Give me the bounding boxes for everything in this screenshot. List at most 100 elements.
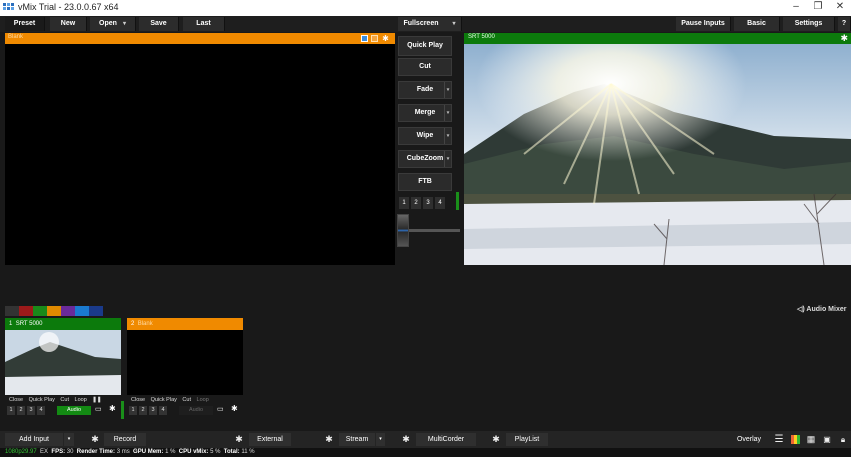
basic-button[interactable]: Basic: [734, 17, 780, 31]
cut-input-button[interactable]: Cut: [60, 397, 69, 403]
chevron-down-icon[interactable]: ▾: [376, 433, 385, 446]
ex-label: EX: [40, 449, 49, 455]
gear-icon[interactable]: ✱: [231, 404, 238, 413]
overlay-2-button[interactable]: 2: [139, 406, 147, 415]
cut-button[interactable]: Cut: [398, 58, 452, 76]
color-swatch[interactable]: [61, 306, 75, 316]
cubezoom-button[interactable]: CubeZoom ▾: [398, 150, 452, 168]
lock-icon[interactable]: 🔒︎: [837, 433, 849, 446]
color-swatch[interactable]: [5, 306, 19, 316]
loop-input-button[interactable]: Loop: [197, 397, 209, 403]
fullscreen-button[interactable]: Fullscreen ▾: [398, 17, 462, 31]
overlay-1-button[interactable]: 1: [7, 406, 15, 415]
screen-icon[interactable]: ▣: [821, 433, 833, 446]
input-2[interactable]: 2 Blank Close Quick Play Cut Loop 1 2 3 …: [127, 318, 243, 416]
window-title: vMix Trial - 23.0.0.67 x64: [18, 2, 119, 12]
last-button[interactable]: Last: [183, 17, 225, 31]
preset-button[interactable]: Preset: [5, 17, 45, 31]
input-thumbnail[interactable]: [127, 330, 243, 395]
overlay-4-button[interactable]: 4: [159, 406, 167, 415]
playlist-button[interactable]: PlayList: [506, 433, 548, 446]
settings-button[interactable]: Settings: [783, 17, 835, 31]
monitor-icon[interactable]: ▭: [95, 405, 102, 413]
input-name: Blank: [137, 321, 153, 327]
overlay-3-button[interactable]: 3: [27, 406, 35, 415]
record-button[interactable]: Record: [104, 433, 146, 446]
overlay-4-button[interactable]: 4: [37, 406, 45, 415]
transition-2-button[interactable]: 2: [411, 197, 421, 209]
help-button[interactable]: ?: [838, 17, 851, 31]
close-input-button[interactable]: Close: [131, 397, 145, 403]
external-button[interactable]: External: [249, 433, 291, 446]
fps-value: 30: [66, 449, 74, 455]
chevron-down-icon[interactable]: ▾: [444, 105, 451, 121]
color-swatch[interactable]: [89, 306, 103, 316]
chevron-down-icon[interactable]: ▾: [64, 433, 74, 446]
gpu-mem-label: GPU Mem:: [133, 449, 164, 455]
overlay-1-button[interactable]: 1: [129, 406, 137, 415]
output-window[interactable]: [464, 44, 851, 265]
gear-icon[interactable]: ✱: [323, 433, 335, 446]
gear-icon[interactable]: ✱: [233, 433, 245, 446]
preview-window[interactable]: [5, 44, 395, 265]
list-icon[interactable]: ☰: [773, 433, 785, 446]
pause-inputs-button[interactable]: Pause Inputs: [676, 17, 731, 31]
chevron-down-icon[interactable]: ▾: [444, 82, 451, 98]
restore-button[interactable]: ❐: [808, 1, 828, 12]
stream-button[interactable]: Stream: [339, 433, 375, 446]
gear-icon[interactable]: ✱: [840, 33, 848, 44]
quick-play-input-button[interactable]: Quick Play: [151, 397, 177, 403]
input-name: SRT 5000: [15, 321, 43, 327]
gear-icon[interactable]: ✱: [490, 433, 502, 446]
transition-4-button[interactable]: 4: [435, 197, 445, 209]
crop-icon[interactable]: [371, 35, 378, 42]
merge-button[interactable]: Merge ▾: [398, 104, 452, 122]
monitor-icon[interactable]: ▭: [217, 405, 224, 413]
minimize-button[interactable]: –: [786, 1, 806, 12]
close-input-button[interactable]: Close: [9, 397, 23, 403]
pause-icon[interactable]: ❚❚: [92, 397, 101, 403]
fade-button[interactable]: Fade ▾: [398, 81, 452, 99]
gear-icon[interactable]: ✱: [109, 404, 116, 413]
transition-3-button[interactable]: 3: [423, 197, 433, 209]
color-swatch[interactable]: [19, 306, 33, 316]
gear-icon[interactable]: ✱: [89, 433, 101, 446]
overlay-3-button[interactable]: 3: [149, 406, 157, 415]
chevron-down-icon[interactable]: ▾: [444, 151, 451, 167]
color-swatch[interactable]: [75, 306, 89, 316]
color-swatch[interactable]: [47, 306, 61, 316]
status-bar: 1080p29.97 EX FPS: 30 Render Time: 3 ms …: [0, 448, 851, 457]
input-thumbnail[interactable]: [5, 330, 121, 395]
overlay-button[interactable]: Overlay: [730, 433, 768, 446]
external-label: External: [257, 436, 283, 443]
overlay-2-button[interactable]: 2: [17, 406, 25, 415]
cut-label: Cut: [419, 63, 431, 70]
loop-input-button[interactable]: Loop: [75, 397, 87, 403]
close-button[interactable]: ✕: [830, 1, 850, 12]
color-swatch[interactable]: [33, 306, 47, 316]
cut-input-button[interactable]: Cut: [182, 397, 191, 403]
audio-toggle-button[interactable]: Audio: [57, 406, 91, 415]
audio-mixer-button[interactable]: ◁) Audio Mixer: [797, 305, 846, 313]
quick-play-button[interactable]: Quick Play: [398, 36, 452, 56]
input-overlay-row: 1 2 3 4 Audio ▭ ✱: [127, 404, 243, 416]
save-button[interactable]: Save: [139, 17, 179, 31]
quick-play-input-button[interactable]: Quick Play: [29, 397, 55, 403]
gear-icon[interactable]: ✱: [400, 433, 412, 446]
transition-1-button[interactable]: 1: [399, 197, 409, 209]
audio-toggle-button[interactable]: Audio: [179, 406, 213, 415]
output-header: SRT 5000 ✱: [464, 33, 851, 44]
new-button[interactable]: New: [50, 17, 87, 31]
open-button[interactable]: Open ▾: [90, 17, 136, 31]
wipe-button[interactable]: Wipe ▾: [398, 127, 452, 145]
input-1[interactable]: 1 SRT 5000 Close Quick Play Cut Loop ❚❚ …: [5, 318, 121, 416]
gear-icon[interactable]: ✱: [382, 35, 389, 43]
ftb-button[interactable]: FTB: [398, 173, 452, 191]
add-input-button[interactable]: Add Input: [5, 433, 63, 446]
chevron-down-icon[interactable]: ▾: [444, 128, 451, 144]
grid-icon[interactable]: ▦: [805, 433, 817, 446]
t-bar-handle[interactable]: [397, 214, 409, 247]
multicorder-button[interactable]: MultiCorder: [416, 433, 476, 446]
layers-icon[interactable]: [361, 35, 368, 42]
color-bars-icon[interactable]: [791, 435, 800, 444]
